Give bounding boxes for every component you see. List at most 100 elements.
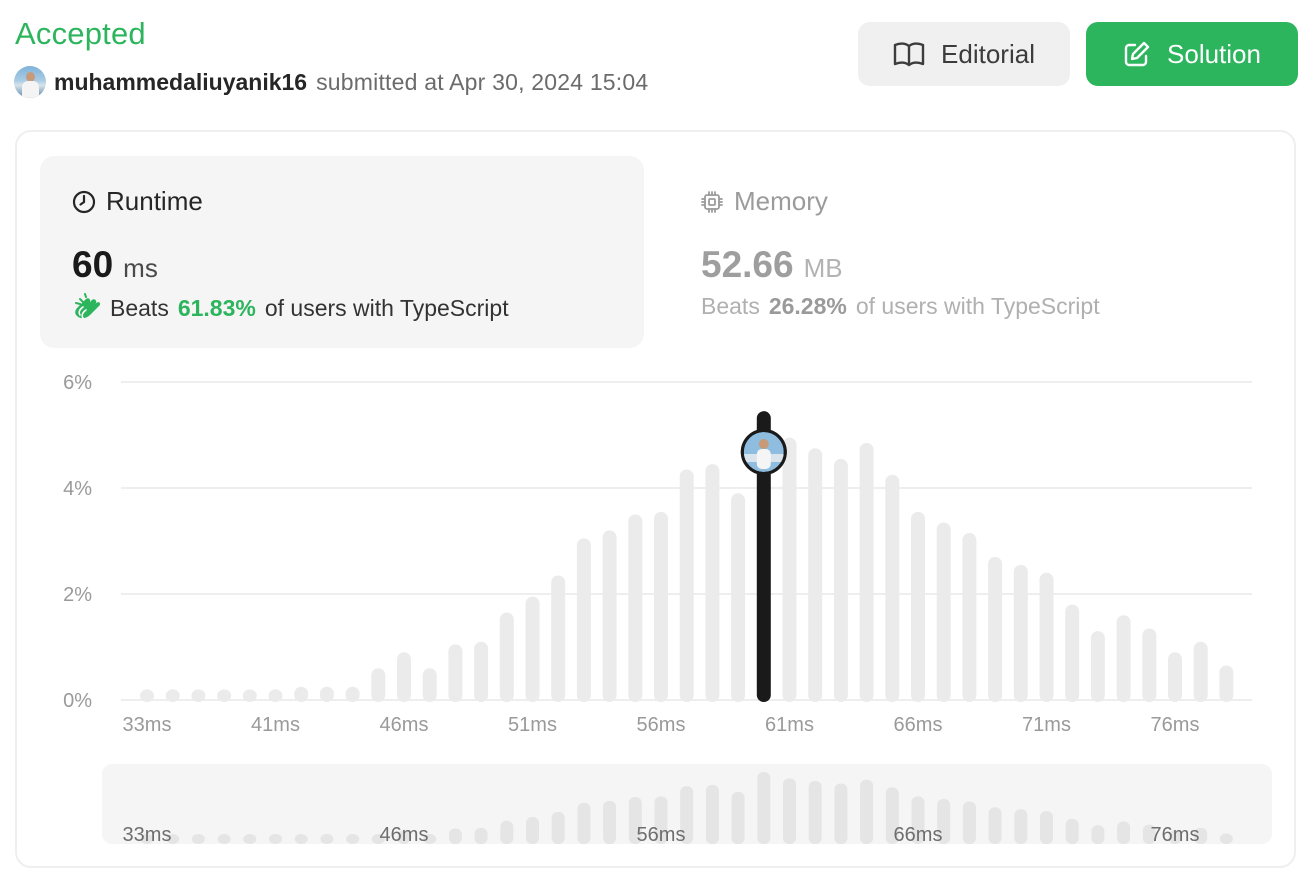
avatar[interactable] [14, 66, 46, 98]
overview-bar[interactable] [654, 796, 668, 844]
bar[interactable] [294, 686, 309, 702]
overview-bar[interactable] [1219, 833, 1233, 844]
bar[interactable] [397, 652, 411, 702]
bar[interactable] [808, 448, 823, 702]
overview-bar[interactable] [911, 796, 925, 844]
username-link[interactable]: muhammedaliuyanik16 [54, 69, 307, 96]
overview-bar[interactable] [860, 779, 874, 844]
overview-bar[interactable] [423, 834, 437, 844]
bar[interactable] [936, 522, 951, 702]
overview-bar[interactable] [577, 802, 591, 844]
bar[interactable] [217, 689, 232, 702]
overview-bar[interactable] [1117, 821, 1131, 844]
overview-bar[interactable] [962, 801, 976, 844]
overview-bar[interactable] [217, 834, 231, 844]
bar[interactable] [345, 686, 360, 702]
solution-label: Solution [1167, 38, 1261, 69]
bar[interactable] [422, 668, 437, 702]
bar[interactable] [859, 442, 874, 702]
overview-bar[interactable] [783, 778, 796, 844]
bar[interactable] [1013, 564, 1028, 702]
bar[interactable] [242, 689, 257, 702]
bar[interactable] [191, 689, 206, 702]
user-marker[interactable] [740, 429, 787, 475]
bar[interactable] [833, 458, 848, 702]
overview-bar[interactable] [1168, 830, 1182, 844]
overview-bar[interactable] [988, 807, 1002, 844]
clapping-hands-icon [72, 293, 102, 323]
runtime-title: Runtime [72, 186, 203, 217]
overview-bar[interactable] [680, 786, 694, 844]
runtime-beats-percent: 61.83% [177, 294, 256, 321]
overview-bar[interactable] [448, 828, 462, 844]
bar[interactable] [499, 612, 514, 702]
bar[interactable] [268, 689, 283, 702]
overview-bar[interactable] [140, 834, 154, 844]
overview-bar[interactable] [1142, 824, 1156, 844]
overview-bar[interactable] [628, 797, 642, 844]
overview-bar[interactable] [885, 787, 899, 844]
overview-bar[interactable] [243, 834, 257, 844]
runtime-value: 60 [72, 244, 114, 285]
runtime-beats: Beats 61.83% of users with TypeScript [72, 293, 509, 323]
bar[interactable] [782, 437, 797, 702]
bar[interactable] [1039, 572, 1054, 702]
bar[interactable] [602, 530, 617, 702]
memory-tab[interactable]: Memory [700, 186, 828, 217]
bar[interactable] [1219, 665, 1234, 702]
bar[interactable] [551, 575, 566, 702]
overview-bar[interactable] [937, 798, 951, 844]
overview-bar[interactable] [1065, 818, 1079, 844]
bar[interactable] [654, 511, 668, 702]
bar[interactable] [885, 474, 900, 702]
bar[interactable] [1065, 604, 1080, 702]
overview-bar[interactable] [397, 830, 411, 844]
overview-bar[interactable] [346, 834, 360, 844]
memory-title-label: Memory [734, 186, 828, 216]
bar[interactable] [1090, 631, 1105, 702]
bar[interactable] [525, 596, 540, 702]
overview-bar[interactable] [603, 800, 617, 844]
bar[interactable] [962, 533, 977, 702]
overview-bar[interactable] [1091, 825, 1105, 844]
bar[interactable] [576, 538, 591, 702]
overview-bar[interactable] [705, 784, 719, 844]
memory-beats-label: Beats [701, 293, 760, 319]
overview-bar[interactable] [808, 780, 822, 844]
overview-bar[interactable] [269, 834, 282, 844]
bar[interactable] [448, 644, 463, 702]
bar[interactable] [319, 686, 334, 702]
bar[interactable] [988, 556, 1003, 702]
overview-bar[interactable] [474, 827, 488, 844]
overview-bar[interactable] [757, 772, 771, 844]
overview-bar[interactable] [1194, 827, 1208, 844]
overview-bar[interactable] [320, 834, 334, 844]
bar[interactable] [705, 464, 720, 702]
bar[interactable] [679, 469, 694, 702]
overview-bar[interactable] [294, 834, 308, 844]
bar[interactable] [1168, 652, 1182, 702]
solution-button[interactable]: Solution [1086, 22, 1298, 86]
bar[interactable] [1193, 641, 1208, 702]
bar[interactable] [911, 511, 925, 702]
overview-bar[interactable] [834, 783, 848, 844]
overview-bar[interactable] [191, 834, 205, 844]
bar[interactable] [1116, 615, 1131, 702]
bar[interactable] [1142, 628, 1157, 702]
editorial-button[interactable]: Editorial [858, 22, 1070, 86]
overview-bar[interactable] [371, 834, 385, 844]
overview-bar[interactable] [166, 834, 180, 844]
overview-bar[interactable] [500, 820, 514, 844]
bar[interactable] [628, 514, 643, 703]
overview-bar[interactable] [526, 816, 539, 844]
overview-bar[interactable] [1014, 809, 1028, 844]
bar[interactable] [371, 668, 386, 702]
editorial-label: Editorial [941, 38, 1035, 69]
bar[interactable] [140, 689, 154, 702]
bar[interactable] [474, 641, 489, 702]
bar[interactable] [165, 689, 180, 702]
overview-bar[interactable] [731, 791, 745, 844]
overview-bar[interactable] [1040, 811, 1053, 844]
overview-bar[interactable] [551, 811, 565, 844]
bar[interactable] [731, 493, 746, 702]
